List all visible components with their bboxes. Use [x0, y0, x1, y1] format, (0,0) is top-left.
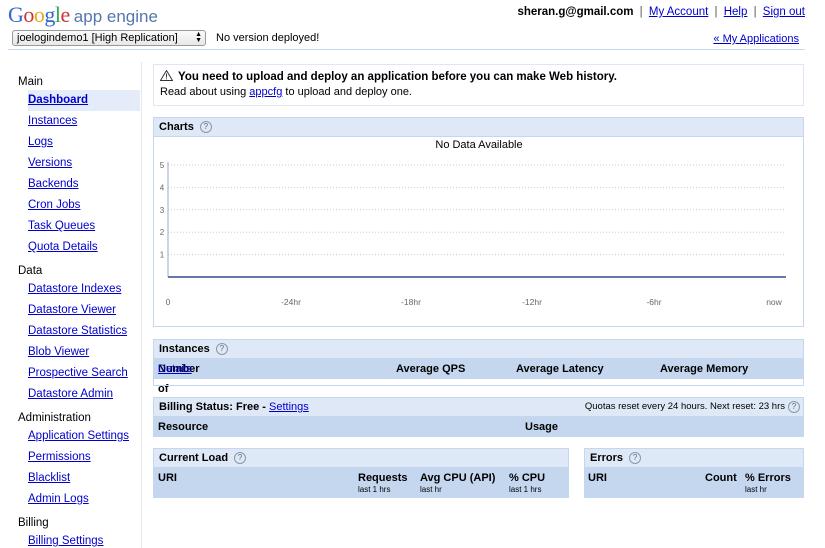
sidebar-item-versions[interactable]: Versions	[28, 153, 141, 174]
col-average-memory: Average Memory	[660, 363, 749, 375]
current-load-columns: URI Requests last 1 hrs Avg CPU (API) last…	[153, 468, 569, 498]
account-links: sheran.g@gmail.com | My Account | Help |…	[517, 6, 805, 18]
sidebar-item-application-settings[interactable]: Application Settings	[28, 426, 141, 447]
app-selector[interactable]: joelogindemo1 [High Replication] ▲ ▼	[12, 30, 206, 46]
user-email: sheran.g@gmail.com	[517, 6, 634, 18]
instances-columns: Number of Instances - Details Average QP…	[153, 359, 804, 435]
current-load-header: Current Load ?	[153, 448, 569, 468]
separator: |	[714, 6, 718, 18]
errors-columns: URI Count % Errors last hr	[584, 468, 804, 498]
app-engine-text: app engine	[73, 7, 158, 26]
help-icon[interactable]: ?	[199, 121, 212, 133]
sidebar-item-datastore-statistics[interactable]: Datastore Statistics	[28, 321, 141, 342]
help-icon[interactable]: ?	[215, 343, 228, 355]
sidebar-item-quota-details[interactable]: Quota Details	[28, 237, 141, 258]
billing-settings-link[interactable]: Settings	[269, 401, 309, 413]
help-link[interactable]: Help	[724, 6, 748, 18]
errors-header: Errors ?	[584, 448, 804, 468]
warning-icon	[160, 70, 173, 81]
col-uri: URI	[588, 472, 607, 484]
sidebar-item-datastore-admin[interactable]: Datastore Admin	[28, 384, 141, 405]
help-icon[interactable]: ?	[234, 452, 247, 464]
alert-message: Read about using appcfg to upload and de…	[160, 86, 412, 98]
sidebar-item-billing-settings[interactable]: Billing Settings	[28, 531, 141, 548]
x-tick-label: -18hr	[401, 297, 421, 307]
sidebar-item-permissions[interactable]: Permissions	[28, 447, 141, 468]
y-tick-label: 5	[160, 161, 165, 170]
app-bar: joelogindemo1 [High Replication] ▲ ▼ No v…	[8, 28, 805, 50]
alert-title: You need to upload and deploy an applica…	[178, 71, 617, 83]
col-uri: URI	[158, 472, 177, 484]
billing-columns: Resource Usage	[153, 417, 804, 437]
sidebar-item-admin-logs[interactable]: Admin Logs	[28, 489, 141, 510]
instances-details-link[interactable]: Details	[158, 359, 192, 379]
charts-title: Charts	[159, 121, 194, 133]
col-resource: Resource	[158, 421, 209, 433]
charts-header: Charts ?	[153, 117, 804, 137]
errors-panel: Errors ? URI Count % Errors last hr	[584, 448, 804, 498]
app-engine-logo[interactable]: Google app engine	[8, 2, 158, 27]
sidebar-item-cron-jobs[interactable]: Cron Jobs	[28, 195, 141, 216]
sidebar-item-backends[interactable]: Backends	[28, 174, 141, 195]
instances-empty-body	[153, 379, 804, 386]
sidebar-item-blob-viewer[interactable]: Blob Viewer	[28, 342, 141, 363]
sidebar: Main Dashboard Instances Logs Versions Backen…	[8, 62, 142, 548]
y-tick-label: 2	[160, 228, 165, 237]
col-count: Count	[705, 472, 737, 484]
col-usage: Usage	[525, 421, 559, 433]
col-pct-cpu: % CPU last 1 hrs	[509, 472, 546, 494]
appcfg-link[interactable]: appcfg	[249, 86, 282, 98]
col-average-latency: Average Latency	[516, 363, 604, 375]
instances-title: Instances	[159, 343, 210, 355]
x-tick-label: now	[766, 297, 782, 307]
usage-chart: No Data Available 1 2 3 4 5 0 -24hr -18hr -12hr -6…	[160, 139, 786, 307]
y-tick-label: 1	[160, 251, 165, 260]
errors-title: Errors	[590, 452, 624, 464]
separator: |	[639, 6, 643, 18]
current-load-panel: Current Load ? URI Requests last 1 hrs Av…	[153, 448, 569, 498]
sidebar-item-task-queues[interactable]: Task Queues	[28, 216, 141, 237]
col-avg-cpu: Avg CPU (API) last hr	[420, 472, 496, 494]
sidebar-item-logs[interactable]: Logs	[28, 132, 141, 153]
sidebar-section-data: Data	[18, 265, 43, 277]
x-tick-label: -6hr	[646, 297, 661, 307]
sidebar-item-datastore-viewer[interactable]: Datastore Viewer	[28, 300, 141, 321]
sidebar-item-prospective-search[interactable]: Prospective Search	[28, 363, 141, 384]
sidebar-item-datastore-indexes[interactable]: Datastore Indexes	[28, 279, 141, 300]
sidebar-item-dashboard[interactable]: Dashboard	[28, 90, 140, 111]
charts-panel: Charts ? No Data Available 1 2 3 4 5 0 -24hr -18…	[153, 117, 804, 327]
help-icon[interactable]: ?	[629, 452, 642, 464]
sidebar-section-administration: Administration	[18, 412, 91, 424]
sidebar-item-instances[interactable]: Instances	[28, 111, 141, 132]
col-average-qps: Average QPS	[396, 363, 466, 375]
x-tick-label: -24hr	[281, 297, 301, 307]
app-selector-value: joelogindemo1 [High Replication]	[17, 32, 178, 44]
deploy-status: No version deployed!	[216, 32, 320, 44]
x-tick-label: -12hr	[522, 297, 542, 307]
billing-status: Billing Status: Free -	[159, 401, 270, 413]
google-logo-text: Google	[8, 2, 70, 27]
select-arrows-icon: ▲ ▼	[195, 31, 202, 44]
billing-header: Billing Status: Free - Settings Quotas r…	[153, 397, 804, 417]
my-applications-link[interactable]: « My Applications	[713, 33, 799, 45]
deploy-alert: You need to upload and deploy an applica…	[153, 64, 804, 106]
quota-reset-text: Quotas reset every 24 hours. Next reset:…	[584, 401, 785, 412]
instances-header: Instances ?	[153, 339, 804, 359]
chart-title: No Data Available	[435, 139, 522, 151]
x-tick-label: 0	[166, 297, 171, 307]
y-tick-label: 3	[160, 206, 165, 215]
my-account-link[interactable]: My Account	[649, 6, 708, 18]
separator: |	[753, 6, 757, 18]
y-tick-label: 4	[160, 183, 165, 192]
col-requests: Requests last 1 hrs	[358, 472, 408, 494]
sign-out-link[interactable]: Sign out	[763, 6, 805, 18]
sidebar-section-main: Main	[18, 76, 43, 88]
col-pct-errors: % Errors last hr	[745, 472, 791, 494]
help-icon[interactable]: ?	[788, 401, 800, 413]
current-load-title: Current Load	[159, 452, 229, 464]
sidebar-item-blacklist[interactable]: Blacklist	[28, 468, 141, 489]
sidebar-section-billing: Billing	[18, 517, 49, 529]
